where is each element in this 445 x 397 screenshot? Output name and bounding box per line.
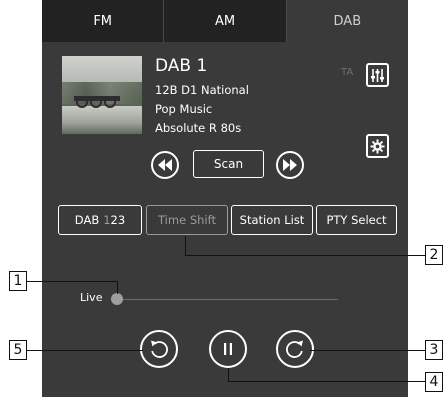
callout-2-leader: [185, 255, 425, 257]
station-genre: Pop Music: [155, 102, 213, 116]
dab-preset-2: 2: [110, 213, 118, 227]
pause-button[interactable]: [209, 330, 247, 368]
time-shift-button[interactable]: Time Shift: [146, 205, 228, 235]
callout-3-leader: [310, 350, 425, 352]
equalizer-icon: [371, 68, 384, 82]
callout-4: 4: [425, 372, 443, 392]
callout-1: 1: [9, 271, 27, 291]
station-ensemble: 12B D1 National: [155, 83, 249, 97]
station-artwork: [62, 56, 142, 134]
settings-button[interactable]: [366, 134, 389, 158]
callout-5-leader: [27, 350, 143, 352]
rewind-icon: [151, 340, 168, 358]
station-service: Absolute R 80s: [155, 121, 242, 135]
callout-1-leader: [27, 281, 118, 283]
callout-2: 2: [425, 245, 443, 265]
rewind-button[interactable]: [140, 330, 178, 368]
dab-preset-button[interactable]: DAB 1 2 3: [58, 205, 142, 235]
scan-button[interactable]: Scan: [193, 150, 264, 178]
callout-1-leader-drop: [117, 281, 119, 294]
callout-4-leader-drop: [228, 368, 230, 382]
ta-indicator: TA: [341, 67, 354, 78]
callout-3: 3: [425, 340, 443, 360]
fast-forward-icon: [286, 340, 303, 358]
callout-5: 5: [9, 340, 27, 360]
tab-dab[interactable]: DAB: [286, 0, 408, 42]
timeshift-track[interactable]: [118, 299, 338, 300]
timeshift-slider-handle[interactable]: [111, 293, 123, 305]
seek-forward-button[interactable]: [276, 151, 304, 179]
fast-forward-button[interactable]: [276, 330, 314, 368]
live-label: Live: [80, 291, 103, 304]
gear-icon: [370, 138, 385, 154]
tab-am[interactable]: AM: [164, 0, 287, 42]
seek-back-button[interactable]: [151, 151, 179, 179]
dab-preset-label: DAB: [74, 213, 100, 227]
sound-settings-button[interactable]: [366, 63, 389, 87]
seek-back-icon: [158, 159, 172, 171]
seek-forward-icon: [283, 159, 297, 171]
pause-icon: [224, 343, 232, 355]
station-list-button[interactable]: Station List: [231, 205, 313, 235]
dab-preset-3: 3: [117, 213, 126, 227]
dab-preset-1: 1: [103, 213, 111, 227]
station-name: DAB 1: [155, 56, 208, 76]
band-tabs: FM AM DAB: [42, 0, 408, 42]
tab-fm[interactable]: FM: [42, 0, 165, 42]
callout-4-leader: [228, 381, 425, 383]
pty-select-button[interactable]: PTY Select: [316, 205, 397, 235]
callout-2-leader-drop: [185, 236, 187, 256]
